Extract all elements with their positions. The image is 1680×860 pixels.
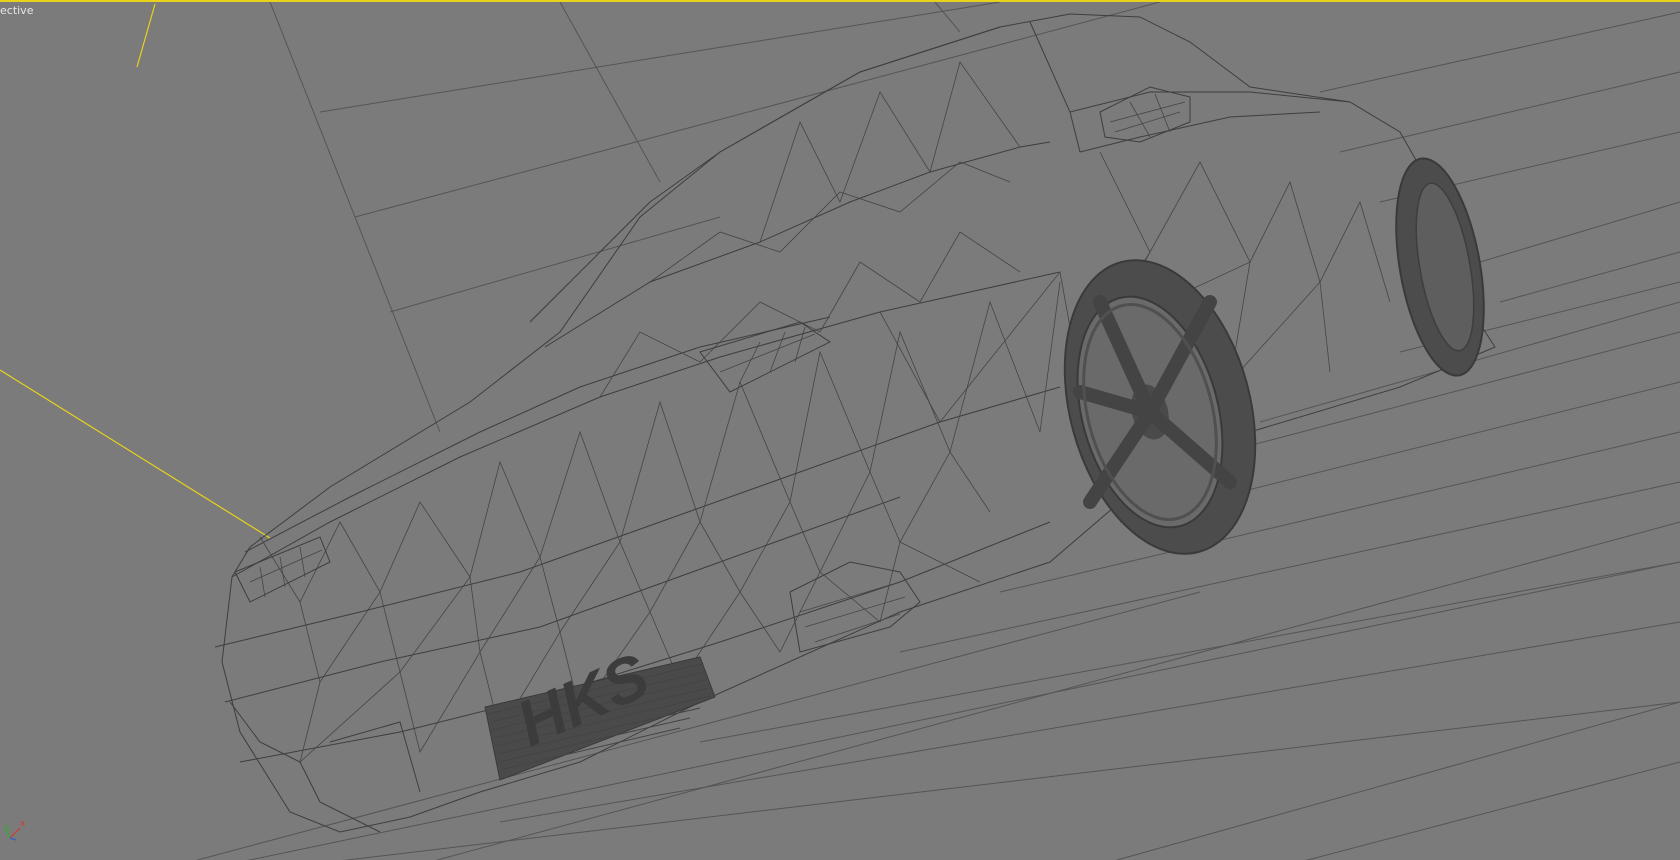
car-wireframe[interactable]: [214, 13, 1496, 833]
front-wheel[interactable]: [1034, 239, 1286, 575]
perspective-viewport[interactable]: HKS ective x y: [0, 0, 1680, 860]
axis-gizmo: x y: [4, 820, 28, 844]
axis-y-label: y: [4, 823, 10, 833]
axis-x-label: x: [20, 819, 26, 829]
scene-axis-lines: [0, 3, 271, 539]
wireframe-scene[interactable]: HKS: [0, 2, 1680, 860]
rear-wheel[interactable]: [1382, 152, 1499, 383]
viewport-label[interactable]: ective: [0, 4, 33, 17]
ground-grid: [195, 2, 1680, 860]
